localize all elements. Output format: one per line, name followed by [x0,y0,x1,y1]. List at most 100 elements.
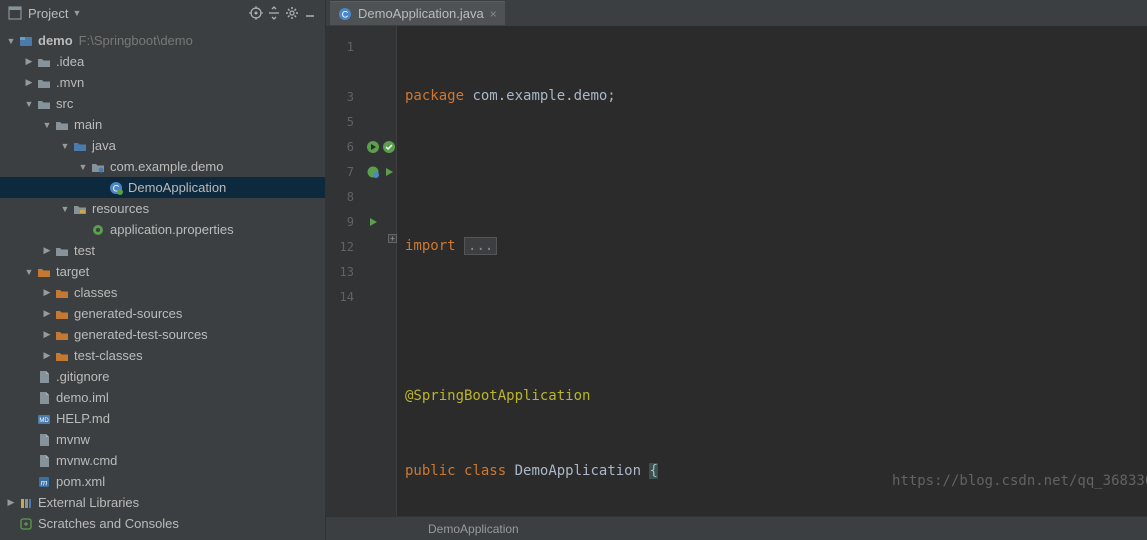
tree-item-classes[interactable]: ▶classes [0,282,325,303]
tree-arrow-icon[interactable]: ▶ [42,308,52,319]
tree-item-mvnw[interactable]: mvnw [0,429,325,450]
tree-item-com-example-demo[interactable]: ▼com.example.demo [0,156,325,177]
project-view-selector[interactable]: Project ▼ [6,4,81,22]
tree-item--mvn[interactable]: ▶ .mvn [0,72,325,93]
file-icon [36,390,52,406]
project-tree[interactable]: ▼demoF:\Springboot\demo▶.idea▶.mvn▼src▼m… [0,26,326,540]
tab-demoapplication[interactable]: C DemoApplication.java × [330,1,505,25]
tree-item-application-properties[interactable]: application.properties [0,219,325,240]
chevron-down-icon: ▼ [72,8,81,18]
gutter[interactable]: 1356789121314 [326,26,397,516]
tree-item--gitignore[interactable]: .gitignore [0,366,325,387]
tree-arrow-icon[interactable]: ▶ [6,497,16,508]
tree-item-external-libraries[interactable]: ▶External Libraries [0,492,325,513]
editor[interactable]: 1356789121314 package com.example.demo; … [326,26,1147,540]
tree-label: java [92,138,116,153]
tree-label: test [74,243,95,258]
project-title: Project [28,6,68,21]
folder-icon [54,117,70,133]
fold-icon[interactable]: + [388,234,397,243]
scratch-icon [18,516,34,532]
tree-label: mvnw [56,432,90,447]
code-area[interactable]: package com.example.demo; +import ... @S… [397,26,1147,516]
run-icon[interactable] [382,165,396,179]
gutter-line[interactable]: 5 [326,109,396,134]
tree-item-target[interactable]: ▼target [0,261,325,282]
tree-item-generated-sources[interactable]: ▶generated-sources [0,303,325,324]
file-icon [36,453,52,469]
tree-label: main [74,117,102,132]
tree-item-help-md[interactable]: MD HELP.md [0,408,325,429]
folder-icon [36,96,52,112]
run-icon[interactable] [366,215,380,229]
gutter-line[interactable]: 3 [326,84,396,109]
line-number: 14 [326,290,362,304]
folder-icon [36,54,52,70]
tree-item-test-classes[interactable]: ▶test-classes [0,345,325,366]
status-bar: DemoApplication [326,516,1147,540]
folder-blue-icon [72,138,88,154]
tree-arrow-icon[interactable]: ▶ [42,350,52,361]
tree-item-java[interactable]: ▼ java [0,135,325,156]
tree-arrow-icon[interactable]: ▶ [42,329,52,340]
minimize-icon[interactable] [301,4,319,22]
tree-path: F:\Springboot\demo [79,33,193,48]
gutter-line[interactable]: 1 [326,34,396,59]
tree-item-src[interactable]: ▼src [0,93,325,114]
spring-run-icon[interactable] [366,140,380,154]
md-icon: MD [36,411,52,427]
tree-item--idea[interactable]: ▶ .idea [0,51,325,72]
spring-ok-icon[interactable] [382,140,396,154]
breadcrumb[interactable]: DemoApplication [428,522,519,536]
tree-arrow-icon[interactable]: ▶ [24,77,34,88]
expand-all-icon[interactable] [265,4,283,22]
tree-arrow-icon[interactable]: ▼ [24,267,34,277]
tree-item-generated-test-sources[interactable]: ▶generated-test-sources [0,324,325,345]
tree-item-demo-iml[interactable]: demo.iml [0,387,325,408]
gutter-line[interactable] [326,59,396,84]
tree-arrow-icon[interactable]: ▼ [24,99,34,109]
tree-label: pom.xml [56,474,105,489]
svg-text:C: C [342,9,349,19]
tree-label: .mvn [56,75,84,90]
gutter-line[interactable]: 6 [326,134,396,159]
gutter-line[interactable]: 9 [326,209,396,234]
tree-arrow-icon[interactable]: ▼ [60,204,70,214]
gutter-line[interactable]: 13 [326,259,396,284]
tree-item-pom-xml[interactable]: mpom.xml [0,471,325,492]
file-icon [36,432,52,448]
gear-icon[interactable] [283,4,301,22]
tree-label: resources [92,201,149,216]
gutter-line[interactable]: 7 [326,159,396,184]
line-number: 6 [326,140,362,154]
tree-arrow-icon[interactable]: ▶ [24,56,34,67]
resources-icon [72,201,88,217]
tree-item-demoapplication[interactable]: CDemoApplication [0,177,325,198]
tree-arrow-icon[interactable]: ▼ [6,36,16,46]
tree-item-main[interactable]: ▼ main [0,114,325,135]
folder-orange-icon [54,327,70,343]
tree-item-demo[interactable]: ▼demoF:\Springboot\demo [0,30,325,51]
svg-text:MD: MD [39,418,49,424]
tree-item-scratches-and-consoles[interactable]: Scratches and Consoles [0,513,325,534]
gutter-line[interactable]: 8 [326,184,396,209]
close-tab-icon[interactable]: × [490,7,497,21]
tree-arrow-icon[interactable]: ▼ [42,120,52,130]
folder-orange-icon [36,264,52,280]
locate-icon[interactable] [247,4,265,22]
class-icon: C [108,180,124,196]
tree-arrow-icon[interactable]: ▶ [42,245,52,256]
tree-item-test[interactable]: ▶ test [0,240,325,261]
gutter-line[interactable]: 12 [326,234,396,259]
tree-item-mvnw-cmd[interactable]: mvnw.cmd [0,450,325,471]
tree-item-resources[interactable]: ▼ resources [0,198,325,219]
folder-orange-icon [54,348,70,364]
bean-icon[interactable] [366,165,380,179]
tree-arrow-icon[interactable]: ▼ [78,162,88,172]
tree-arrow-icon[interactable]: ▶ [42,287,52,298]
gutter-line[interactable]: 14 [326,284,396,309]
editor-tabs: C DemoApplication.java × [326,0,1147,26]
tree-label: .idea [56,54,84,69]
tree-arrow-icon[interactable]: ▼ [60,141,70,151]
tree-label: HELP.md [56,411,110,426]
